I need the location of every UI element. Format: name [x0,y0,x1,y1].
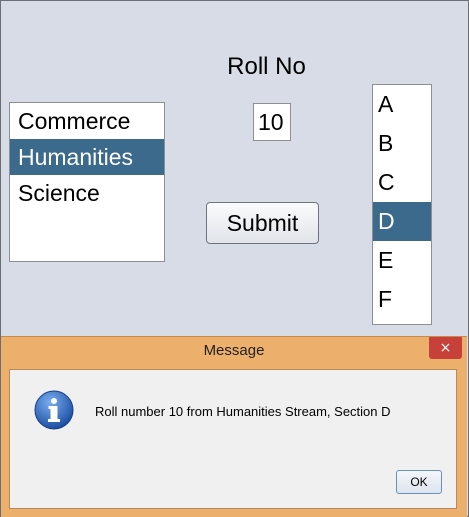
message-dialog: Message × Roll number 10 from Humanities… [1,336,467,517]
submit-button[interactable]: Submit [206,202,319,244]
stream-list[interactable]: Commerce Humanities Science [9,102,165,262]
section-item-d[interactable]: D [373,202,431,241]
dialog-close-button[interactable]: × [429,337,462,359]
section-item-b[interactable]: B [373,124,431,163]
dialog-title: Message [203,342,265,359]
stream-item-science[interactable]: Science [10,175,164,211]
dialog-body: Roll number 10 from Humanities Stream, S… [9,369,457,509]
section-list[interactable]: A B C D E F [372,84,432,325]
section-item-e[interactable]: E [373,241,431,280]
ok-button[interactable]: OK [396,470,442,494]
section-item-f[interactable]: F [373,280,431,319]
roll-no-input[interactable] [253,103,291,141]
stream-item-humanities[interactable]: Humanities [10,139,164,175]
info-icon [34,390,74,430]
roll-no-label: Roll No [227,53,306,80]
section-item-c[interactable]: C [373,163,431,202]
section-item-a[interactable]: A [373,85,431,124]
dialog-message: Roll number 10 from Humanities Stream, S… [95,404,391,419]
stream-item-commerce[interactable]: Commerce [10,103,164,139]
